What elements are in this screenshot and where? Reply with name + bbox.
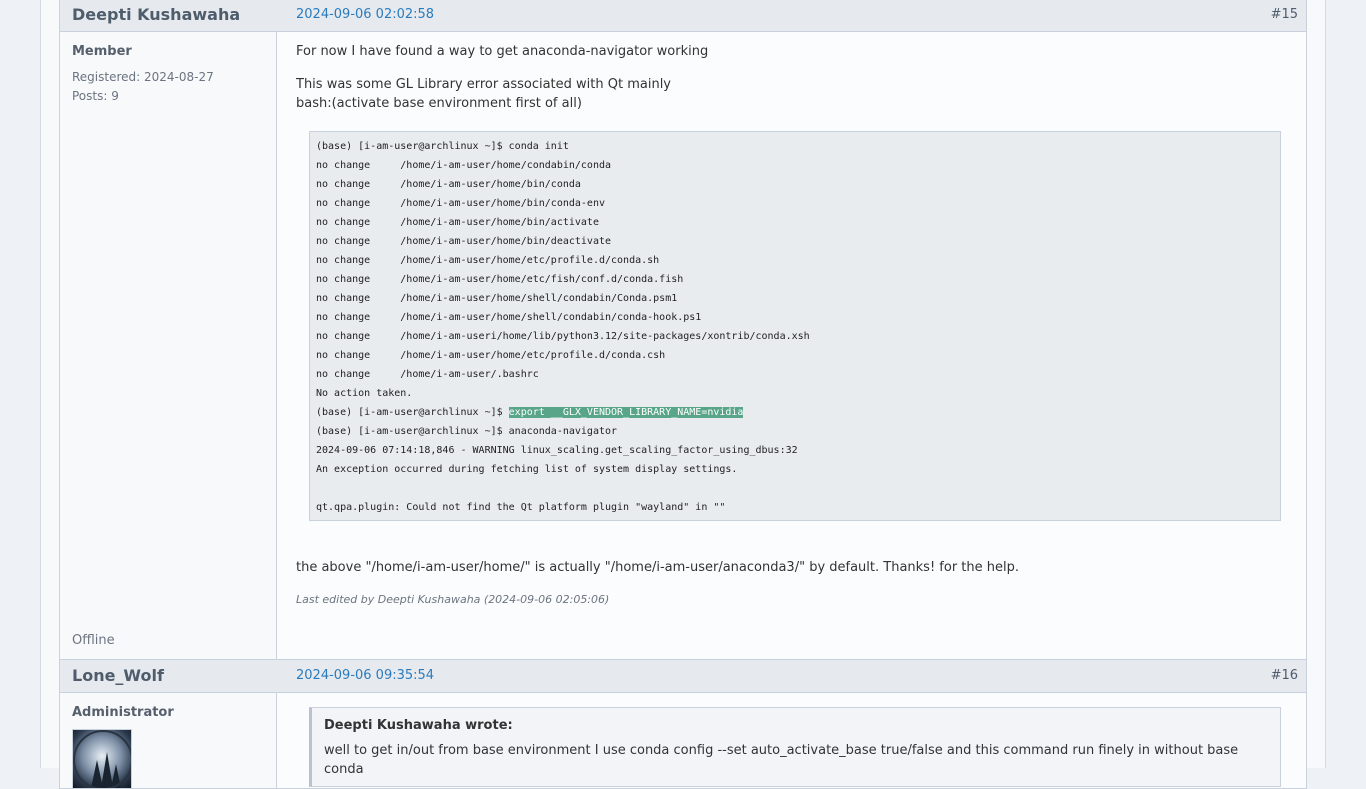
code-line: no change /home/i-am-user/.bashrc bbox=[316, 369, 539, 380]
post-date-link[interactable]: 2024-09-06 02:02:58 bbox=[296, 7, 434, 22]
code-line: qt.qpa.plugin: Could not find the Qt pla… bbox=[316, 502, 726, 513]
post-date-link[interactable]: 2024-09-06 09:35:54 bbox=[296, 668, 434, 683]
code-line: no change /home/i-am-user/home/shell/con… bbox=[316, 312, 702, 323]
code-line: no change /home/i-am-user/home/bin/activ… bbox=[316, 217, 599, 228]
code-prompt: (base) [i-am-user@archlinux ~]$ bbox=[316, 407, 509, 418]
code-line: no change /home/i-am-user/home/etc/profi… bbox=[316, 255, 660, 266]
code-line: No action taken. bbox=[316, 388, 413, 399]
code-block[interactable]: (base) [i-am-user@archlinux ~]$ conda in… bbox=[309, 131, 1281, 521]
post-author-name[interactable]: Deepti Kushawaha bbox=[72, 5, 240, 24]
author-sidebar: Member Registered: 2024-08-27 Posts: 9 O… bbox=[60, 32, 277, 659]
author-role: Member bbox=[72, 44, 132, 59]
post-header: Lone_Wolf 2024-09-06 09:35:54 #16 bbox=[60, 660, 1306, 693]
post-15: Deepti Kushawaha 2024-09-06 02:02:58 #15… bbox=[59, 0, 1307, 660]
code-line: (base) [i-am-user@archlinux ~]$ conda in… bbox=[316, 141, 569, 152]
author-post-count: Posts: 9 bbox=[72, 89, 119, 103]
code-line: no change /home/i-am-user/home/bin/conda… bbox=[316, 198, 605, 209]
post-16: Lone_Wolf 2024-09-06 09:35:54 #16 Admini… bbox=[59, 659, 1307, 789]
post-author-name[interactable]: Lone_Wolf bbox=[72, 666, 164, 685]
code-line: no change /home/i-am-user/home/bin/conda bbox=[316, 179, 581, 190]
code-line: 2024-09-06 07:14:18,846 - WARNING linux_… bbox=[316, 445, 798, 456]
post-paragraph: This was some GL Library error associate… bbox=[296, 77, 671, 92]
code-line: (base) [i-am-user@archlinux ~]$ anaconda… bbox=[316, 426, 618, 437]
author-registered: Registered: 2024-08-27 bbox=[72, 70, 214, 84]
quote-author: Deepti Kushawaha wrote: bbox=[324, 718, 513, 733]
post-paragraph: the above "/home/i-am-user/home/" is act… bbox=[296, 560, 1020, 575]
quote-box: Deepti Kushawaha wrote: well to get in/o… bbox=[309, 707, 1281, 787]
code-line: no change /home/i-am-user/home/condabin/… bbox=[316, 160, 612, 171]
code-line: no change /home/i-am-user/home/shell/con… bbox=[316, 293, 678, 304]
code-line: no change /home/i-am-user/home/etc/fish/… bbox=[316, 274, 684, 285]
quote-text: well to get in/out from base environment… bbox=[324, 743, 1239, 777]
code-line: no change /home/i-am-user/home/bin/deact… bbox=[316, 236, 612, 247]
selected-code-text[interactable]: export __GLX_VENDOR_LIBRARY_NAME=nvidia bbox=[508, 407, 744, 418]
author-role: Administrator bbox=[72, 705, 174, 720]
post-number-link[interactable]: #16 bbox=[1271, 668, 1298, 683]
last-edited-note: Last edited by Deepti Kushawaha (2024-09… bbox=[296, 593, 610, 606]
avatar bbox=[72, 729, 132, 789]
post-header: Deepti Kushawaha 2024-09-06 02:02:58 #15 bbox=[60, 0, 1306, 32]
post-number-link[interactable]: #15 bbox=[1271, 7, 1298, 22]
author-status: Offline bbox=[72, 633, 115, 648]
code-line: An exception occurred during fetching li… bbox=[316, 464, 738, 475]
code-line: (base) [i-am-user@archlinux ~]$ export _… bbox=[316, 403, 1274, 422]
post-paragraph: bash:(activate base environment first of… bbox=[296, 96, 582, 111]
author-sidebar: Administrator bbox=[60, 693, 277, 789]
code-line: no change /home/i-am-useri/home/lib/pyth… bbox=[316, 331, 810, 342]
post-paragraph: For now I have found a way to get anacon… bbox=[296, 44, 709, 59]
code-line: no change /home/i-am-user/home/etc/profi… bbox=[316, 350, 666, 361]
